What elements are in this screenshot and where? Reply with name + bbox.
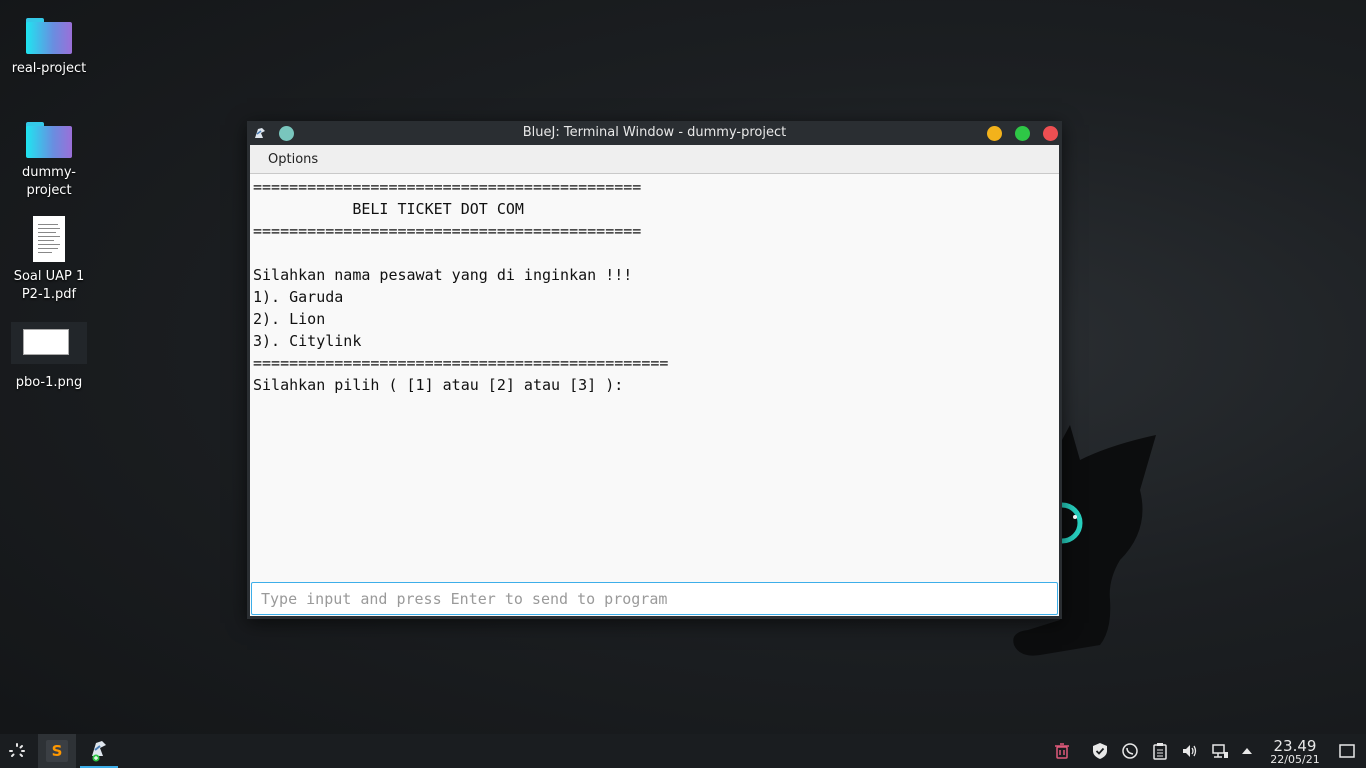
terminal-line: ========================================… [253, 354, 669, 372]
desktop-icon-label: Soal UAP 1 P2-1.pdf [13, 269, 85, 302]
terminal-line: BELI TICKET DOT COM [253, 200, 524, 218]
window-titlebar[interactable]: BlueJ: Terminal Window - dummy-project [247, 121, 1062, 145]
whatsapp-icon[interactable] [1121, 742, 1139, 760]
terminal-line: Silahkan nama pesawat yang di inginkan !… [253, 266, 633, 284]
chevron-up-icon[interactable] [1238, 742, 1256, 760]
task-bluej[interactable] [80, 734, 118, 768]
launcher-icon [9, 743, 25, 757]
terminal-line: ========================================… [253, 222, 642, 240]
terminal-line: Silahkan pilih ( [1] atau [2] atau [3] )… [253, 376, 624, 394]
show-desktop-icon[interactable] [1338, 742, 1356, 760]
application-launcher[interactable] [4, 734, 30, 768]
desktop-icon-real-project[interactable]: real-project [1, 18, 97, 78]
terminal-line: 2). Lion [253, 310, 326, 328]
terminal-window: BlueJ: Terminal Window - dummy-project O… [247, 121, 1062, 619]
desktop-icon-label: pbo-1.png [15, 375, 83, 390]
close-button[interactable] [1043, 126, 1058, 141]
desktop-icon-label: real-project [11, 61, 87, 76]
maximize-button[interactable] [1015, 126, 1030, 141]
image-file-icon [11, 322, 87, 364]
clock-date[interactable]: 22/05/21 [1262, 753, 1328, 766]
desktop-icon-pdf[interactable]: Soal UAP 1 P2-1.pdf [1, 216, 97, 304]
folder-icon [26, 18, 72, 54]
taskbar: S [0, 734, 1366, 768]
menu-options[interactable]: Options [268, 152, 318, 167]
trash-icon[interactable] [1053, 742, 1071, 760]
folder-icon [26, 122, 72, 158]
minimize-button[interactable] [987, 126, 1002, 141]
desktop-icon-label: dummy- project [22, 165, 76, 198]
input-bar [250, 581, 1059, 616]
clipboard-icon[interactable] [1151, 742, 1169, 760]
terminal-line: 3). Citylink [253, 332, 362, 350]
menu-bar: Options [250, 145, 1059, 174]
bluej-icon [92, 741, 106, 762]
shield-icon[interactable] [1091, 742, 1109, 760]
terminal-line: ========================================… [253, 178, 642, 196]
task-sublime-text[interactable]: S [38, 734, 76, 768]
window-title: BlueJ: Terminal Window - dummy-project [522, 125, 787, 140]
sublime-text-icon: S [46, 740, 68, 762]
pdf-file-icon [33, 216, 65, 262]
terminal-line: 1). Garuda [253, 288, 344, 306]
terminal-input[interactable] [251, 582, 1058, 615]
terminal-output: ========================================… [250, 174, 1059, 581]
network-icon[interactable] [1211, 742, 1229, 760]
desktop-icon-dummy-project[interactable]: dummy- project [1, 122, 97, 200]
volume-icon[interactable] [1181, 742, 1199, 760]
desktop-icon-png[interactable]: pbo-1.png [1, 322, 97, 392]
